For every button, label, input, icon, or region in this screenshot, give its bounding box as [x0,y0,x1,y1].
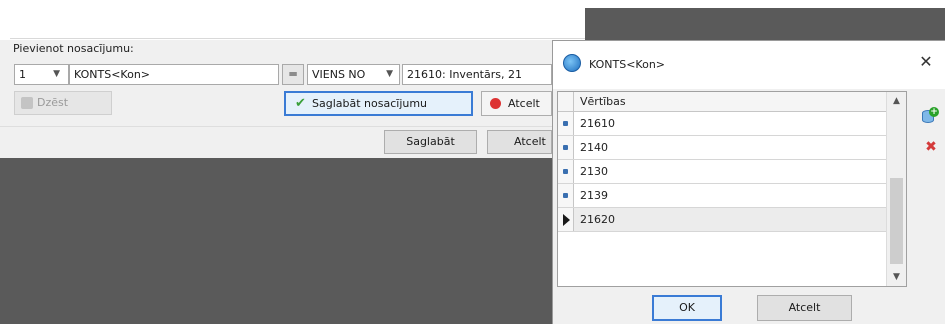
row-marker-icon [563,121,568,126]
save-button[interactable]: Saglabāt [384,130,477,154]
list-item-value: 21610 [580,117,615,130]
list-item-selected[interactable]: 21620 [558,208,886,232]
chevron-down-icon: ▼ [386,69,393,79]
row-selector [558,136,574,159]
list-item[interactable]: 2130 [558,160,886,184]
cancel-icon [490,98,501,109]
background-dark-region-lower [0,158,552,324]
row-selector [558,160,574,183]
save-condition-label: Saglabāt nosacījumu [312,97,428,110]
operator-equals-button[interactable]: ═ [282,64,304,85]
delete-icon: ✖ [925,139,937,155]
list-item-value: 2139 [580,189,608,202]
delete-condition-label: Dzēst [37,96,69,109]
ok-button[interactable]: OK [652,295,722,321]
row-marker-icon [563,145,568,150]
chevron-down-icon: ▼ [53,69,60,79]
list-item[interactable]: 21610 [558,112,886,136]
close-button[interactable]: ✕ [915,51,937,73]
condition-value-input[interactable]: 21610: Inventārs, 21 [402,64,552,85]
dialog-title: KONTS<Kon> [589,58,666,71]
row-selector [558,208,574,231]
current-row-arrow-icon [563,214,570,226]
cancel-button[interactable]: Atcelt [487,130,552,154]
top-content-area [0,0,585,40]
list-item-value: 2140 [580,141,608,154]
save-condition-button[interactable]: ✔ Saglabāt nosacījumu [284,91,473,116]
condition-index-dropdown[interactable]: 1 ▼ [14,64,69,85]
scroll-up-arrow-icon[interactable]: ▲ [887,92,906,110]
column-header-values: Vērtības [580,95,626,108]
operator-dropdown[interactable]: VIENS NO ▼ [307,64,400,85]
list-item[interactable]: 2140 [558,136,886,160]
delete-value-button[interactable]: ✖ [923,139,939,155]
field-name-input[interactable]: KONTS<Kon> [69,64,279,85]
value-picker-dialog: KONTS<Kon> ✕ Vērtības 21610 2140 2130 21… [552,40,945,324]
list-header: Vērtības [558,92,886,112]
delete-grid-icon [21,97,33,109]
list-scrollbar[interactable]: ▲ ▼ [886,92,906,286]
list-item[interactable]: 2139 [558,184,886,208]
row-marker-icon [563,193,568,198]
condition-value-text: 21610: Inventārs, 21 [407,68,522,81]
dialog-cancel-button[interactable]: Atcelt [757,295,852,321]
scroll-down-arrow-icon[interactable]: ▼ [887,268,906,286]
list-item-value: 2130 [580,165,608,178]
plus-icon: + [929,107,939,117]
row-selector [558,184,574,207]
app-logo-icon [563,54,581,72]
checkmark-icon: ✔ [295,96,306,111]
top-divider [10,38,585,39]
add-condition-label: Pievienot nosacījumu: [13,42,134,55]
field-name-value: KONTS<Kon> [74,68,151,81]
dialog-titlebar: KONTS<Kon> ✕ [553,41,945,89]
add-value-button[interactable]: + [921,107,939,125]
values-list[interactable]: Vērtības 21610 2140 2130 2139 21620 ▲ ▼ [557,91,907,287]
operator-value: VIENS NO [312,68,366,81]
cancel-condition-label: Atcelt [508,97,540,110]
row-selector [558,112,574,135]
scroll-thumb[interactable] [890,178,903,264]
row-selector-header [558,92,574,111]
list-item-value: 21620 [580,213,615,226]
row-marker-icon [563,169,568,174]
condition-index-value: 1 [19,68,26,81]
delete-condition-button[interactable]: Dzēst [14,91,112,115]
cancel-condition-button[interactable]: Atcelt [481,91,552,116]
